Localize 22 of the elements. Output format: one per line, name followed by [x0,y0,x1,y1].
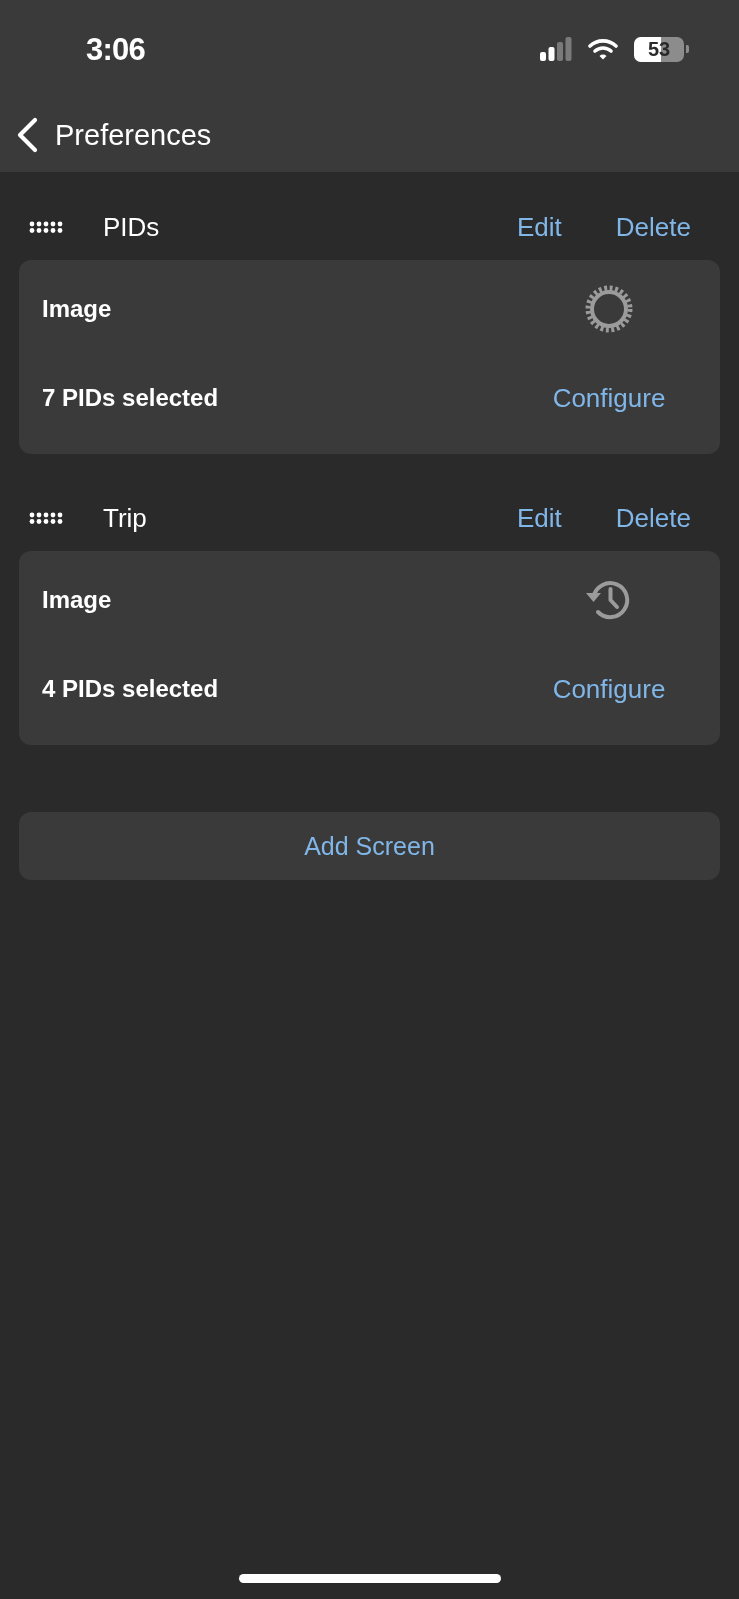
signal-icon [540,37,572,61]
wifi-icon [588,38,618,60]
add-screen-button[interactable]: Add Screen [19,812,720,880]
configure-link[interactable]: Configure [552,676,666,702]
drag-handle-icon[interactable] [29,512,63,524]
delete-link[interactable]: Delete [615,214,691,240]
status-time: 3:06 [86,33,145,65]
chevron-left-icon [16,117,39,153]
pids-selected-count: 4 PIDs selected [42,677,219,701]
screen-title: PIDs [103,214,161,240]
battery-level: 53 [647,39,671,59]
image-label: Image [42,588,112,612]
screen-title: Trip [103,505,148,531]
configure-link[interactable]: Configure [552,385,666,411]
delete-link[interactable]: Delete [615,505,691,531]
edit-link[interactable]: Edit [517,505,562,531]
image-label: Image [42,297,112,321]
back-button[interactable]: Preferences [16,117,212,153]
gear-icon [585,285,633,333]
drag-handle-icon[interactable] [29,221,63,233]
edit-link[interactable]: Edit [517,214,562,240]
pids-selected-count: 7 PIDs selected [42,386,219,410]
